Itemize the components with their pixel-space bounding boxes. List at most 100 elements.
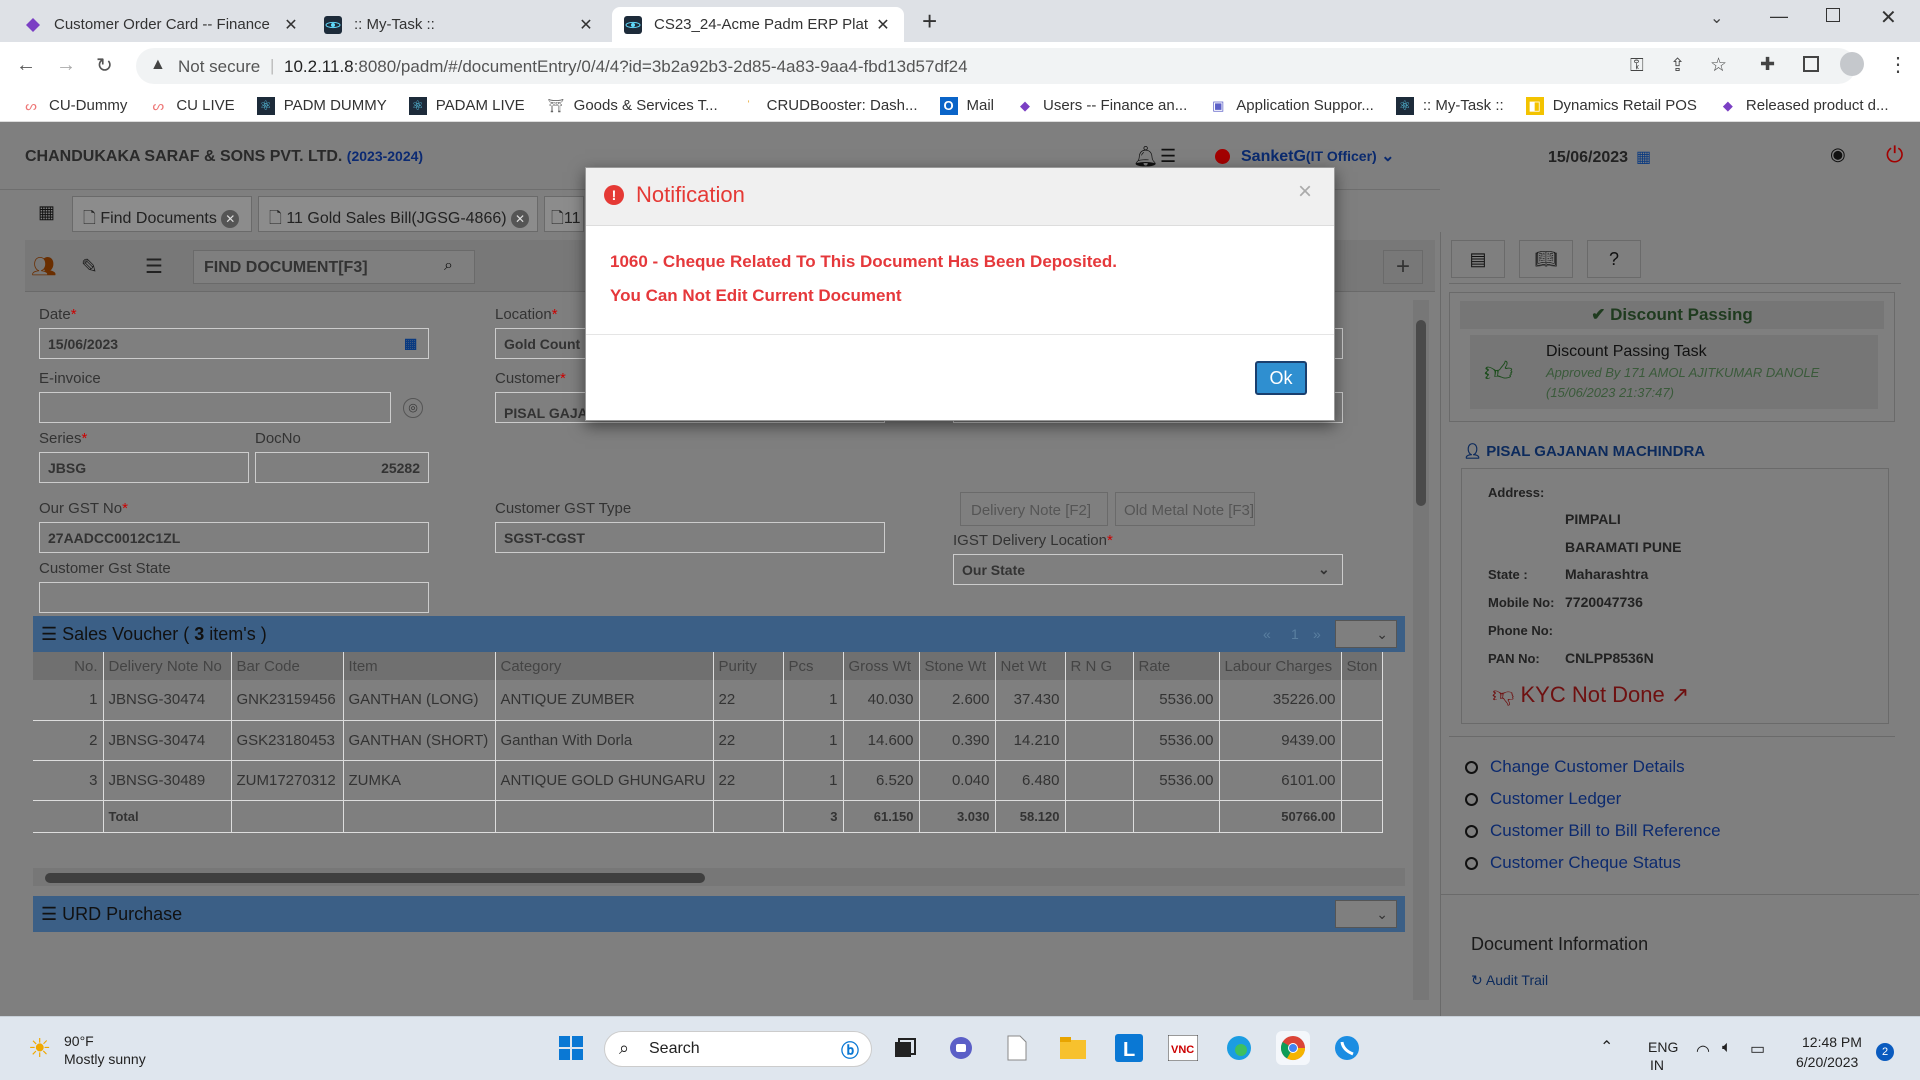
calendar-icon[interactable]: ▦ bbox=[1636, 147, 1651, 167]
tab-find-documents[interactable]: 🗋︎ Find Documents ✕ bbox=[72, 196, 252, 232]
list-icon[interactable]: ☰ bbox=[145, 254, 163, 279]
customer-ledger-link[interactable]: Customer Ledger bbox=[1465, 789, 1621, 809]
pager-prev[interactable]: « bbox=[1263, 626, 1271, 642]
bookmark-my-task[interactable]: ⚛:: My-Task :: bbox=[1395, 96, 1504, 115]
share-icon[interactable]: ⇪ bbox=[1670, 55, 1685, 76]
bookmark-application-support[interactable]: ▣ Application Suppor... bbox=[1209, 97, 1374, 115]
table-row[interactable]: 2 JBNSG-30474 GSK23180453 GANTHAN (SHORT) Ga… bbox=[33, 720, 1384, 761]
close-tab-icon[interactable]: ✕ bbox=[511, 210, 530, 228]
series-input[interactable]: JBSG bbox=[39, 452, 249, 483]
weather-widget[interactable]: ☀ 90°F Mostly sunny bbox=[24, 1031, 224, 1071]
file-icon[interactable] bbox=[1000, 1031, 1034, 1065]
url-field[interactable]: ▲ Not secure | 10.2.11.8:8080/padm/#/doc… bbox=[136, 48, 1856, 84]
kyc-not-done-link[interactable]: 👎︎ KYC Not Done ↗ bbox=[1492, 681, 1689, 708]
minimize-button[interactable]: — bbox=[1770, 6, 1788, 27]
vertical-scrollbar[interactable] bbox=[1413, 300, 1429, 1000]
bookmark-padam-live[interactable]: ⚛ PADAM LIVE bbox=[408, 96, 525, 115]
table-row[interactable]: 1 JBNSG-30474 GNK23159456 GANTHAN (LONG) ANT… bbox=[33, 680, 1384, 721]
column-header[interactable]: Category bbox=[495, 652, 714, 680]
column-header[interactable]: Labour Charges bbox=[1219, 652, 1342, 680]
taskbar-search[interactable]: ⌕ Search ⓑ bbox=[604, 1031, 872, 1067]
windows-start-icon[interactable] bbox=[554, 1031, 588, 1065]
bookmark-padm-dummy[interactable]: ⚛ PADM DUMMY bbox=[256, 96, 387, 115]
bookmark-cu-dummy[interactable]: ᔕ CU-Dummy bbox=[22, 97, 127, 115]
scrollbar-thumb[interactable] bbox=[45, 873, 705, 883]
column-header[interactable]: Pcs bbox=[783, 652, 844, 680]
tab-current[interactable]: 🗋︎11 bbox=[544, 196, 584, 232]
clock-time[interactable]: 12:48 PM bbox=[1802, 1034, 1862, 1050]
phone-app-icon[interactable] bbox=[1330, 1031, 1364, 1065]
column-header[interactable]: Bar Code bbox=[231, 652, 344, 680]
docno-input[interactable]: 25282 bbox=[255, 452, 429, 483]
side-panel-icon[interactable] bbox=[1803, 56, 1819, 72]
apps-grid-icon[interactable]: ▦ bbox=[38, 202, 55, 223]
pager-next[interactable]: » bbox=[1313, 626, 1321, 642]
pager-page[interactable]: 1 bbox=[1291, 626, 1299, 642]
profile-avatar[interactable] bbox=[1840, 52, 1864, 76]
browser-tab-padm-erp[interactable]: CS23_24-Acme Padm ERP Platfor ✕ bbox=[612, 7, 904, 42]
column-header[interactable]: Rate bbox=[1133, 652, 1220, 680]
add-button[interactable]: + bbox=[1383, 250, 1423, 284]
change-customer-details-link[interactable]: Change Customer Details bbox=[1465, 757, 1685, 777]
cust-gst-type-input[interactable]: SGST-CGST bbox=[495, 522, 885, 553]
eye-slash-icon[interactable]: ◉ bbox=[1830, 144, 1846, 165]
bookmark-dynamics-pos[interactable]: ◧ Dynamics Retail POS bbox=[1525, 96, 1697, 115]
cust-gst-state-input[interactable] bbox=[39, 582, 429, 613]
user-menu[interactable]: SanketG(IT Officer) ⌄ bbox=[1241, 146, 1395, 166]
users-icon[interactable]: 👥︎ bbox=[31, 254, 56, 279]
tab-gold-sales-bill[interactable]: 🗋︎ 11 Gold Sales Bill(JGSG-4866) ✕ bbox=[258, 196, 538, 232]
book-icon[interactable]: 📖︎ bbox=[1519, 240, 1573, 278]
table-icon[interactable]: ▤ bbox=[1451, 240, 1505, 278]
battery-icon[interactable]: ▭ bbox=[1750, 1039, 1765, 1059]
close-icon[interactable]: ✕ bbox=[577, 15, 595, 35]
bookmark-users-finance[interactable]: ◆ Users -- Finance an... bbox=[1016, 97, 1187, 115]
column-header[interactable]: Stone Wt bbox=[919, 652, 996, 680]
key-icon[interactable]: ⚿ bbox=[1630, 55, 1644, 76]
forward-arrow-icon[interactable]: → bbox=[56, 54, 76, 77]
page-size-select[interactable]: ⌄ bbox=[1335, 620, 1397, 648]
edge-icon[interactable] bbox=[1222, 1031, 1256, 1065]
customer-bill-reference-link[interactable]: Customer Bill to Bill Reference bbox=[1465, 821, 1721, 841]
search-icon[interactable]: ⌕ bbox=[444, 257, 453, 275]
new-tab-button[interactable]: + bbox=[922, 6, 937, 37]
igst-select[interactable]: Our State ⌄ bbox=[953, 554, 1343, 585]
language-indicator[interactable]: ENG bbox=[1648, 1039, 1678, 1055]
delivery-note-button[interactable]: Delivery Note [F2] bbox=[960, 492, 1108, 526]
browser-tab-my-task[interactable]: :: My-Task :: ✕ bbox=[312, 7, 607, 42]
help-icon[interactable]: ? bbox=[1587, 240, 1641, 278]
extensions-icon[interactable]: ✚ bbox=[1760, 54, 1775, 75]
column-header[interactable]: Purity bbox=[713, 652, 784, 680]
bookmark-released-product[interactable]: ◆ Released product d... bbox=[1719, 97, 1889, 115]
einvoice-input[interactable] bbox=[39, 392, 391, 423]
close-icon[interactable]: ✕ bbox=[874, 15, 892, 35]
close-icon[interactable]: ✕ bbox=[282, 15, 300, 35]
file-explorer-icon[interactable] bbox=[1056, 1031, 1090, 1065]
l-app-icon[interactable]: L bbox=[1112, 1031, 1146, 1065]
list-icon[interactable]: ☰ bbox=[1160, 146, 1176, 167]
close-window-button[interactable]: ✕ bbox=[1880, 5, 1897, 30]
clock-date[interactable]: 6/20/2023 bbox=[1796, 1054, 1858, 1070]
bookmark-crudbooster[interactable]: ˈ CRUDBooster: Dash... bbox=[740, 97, 917, 115]
vnc-icon[interactable]: VNC bbox=[1166, 1031, 1200, 1065]
column-header[interactable]: Net Wt bbox=[995, 652, 1066, 680]
browser-tab-customer-order[interactable]: Customer Order Card -- Finance ✕ bbox=[12, 7, 312, 42]
urd-select[interactable]: ⌄ bbox=[1335, 900, 1397, 928]
tab-search-chevron-icon[interactable]: ⌄ bbox=[1710, 8, 1723, 28]
restore-button[interactable] bbox=[1826, 8, 1840, 22]
customer-cheque-status-link[interactable]: Customer Cheque Status bbox=[1465, 853, 1681, 873]
wifi-icon[interactable]: ◠ bbox=[1696, 1041, 1710, 1061]
menu-kebab-icon[interactable]: ⋮ bbox=[1888, 52, 1908, 77]
gst-input[interactable]: 27AADCC0012C1ZL bbox=[39, 522, 429, 553]
date-input[interactable]: 15/06/2023 ▦ bbox=[39, 328, 429, 359]
volume-icon[interactable]: 🔈︎ bbox=[1722, 1039, 1732, 1057]
column-header[interactable]: Item bbox=[343, 652, 496, 680]
bookmark-mail[interactable]: O Mail bbox=[939, 96, 994, 115]
chrome-icon[interactable] bbox=[1276, 1031, 1310, 1065]
chevron-up-icon[interactable]: ⌃ bbox=[1600, 1037, 1613, 1057]
teams-chat-icon[interactable] bbox=[944, 1031, 978, 1065]
close-tab-icon[interactable]: ✕ bbox=[221, 210, 240, 228]
notification-badge[interactable]: 2 bbox=[1876, 1043, 1894, 1061]
old-metal-button[interactable]: Old Metal Note [F3] bbox=[1115, 492, 1255, 526]
column-header[interactable]: Delivery Note No bbox=[103, 652, 232, 680]
edit-icon[interactable]: ✎ bbox=[81, 254, 98, 279]
